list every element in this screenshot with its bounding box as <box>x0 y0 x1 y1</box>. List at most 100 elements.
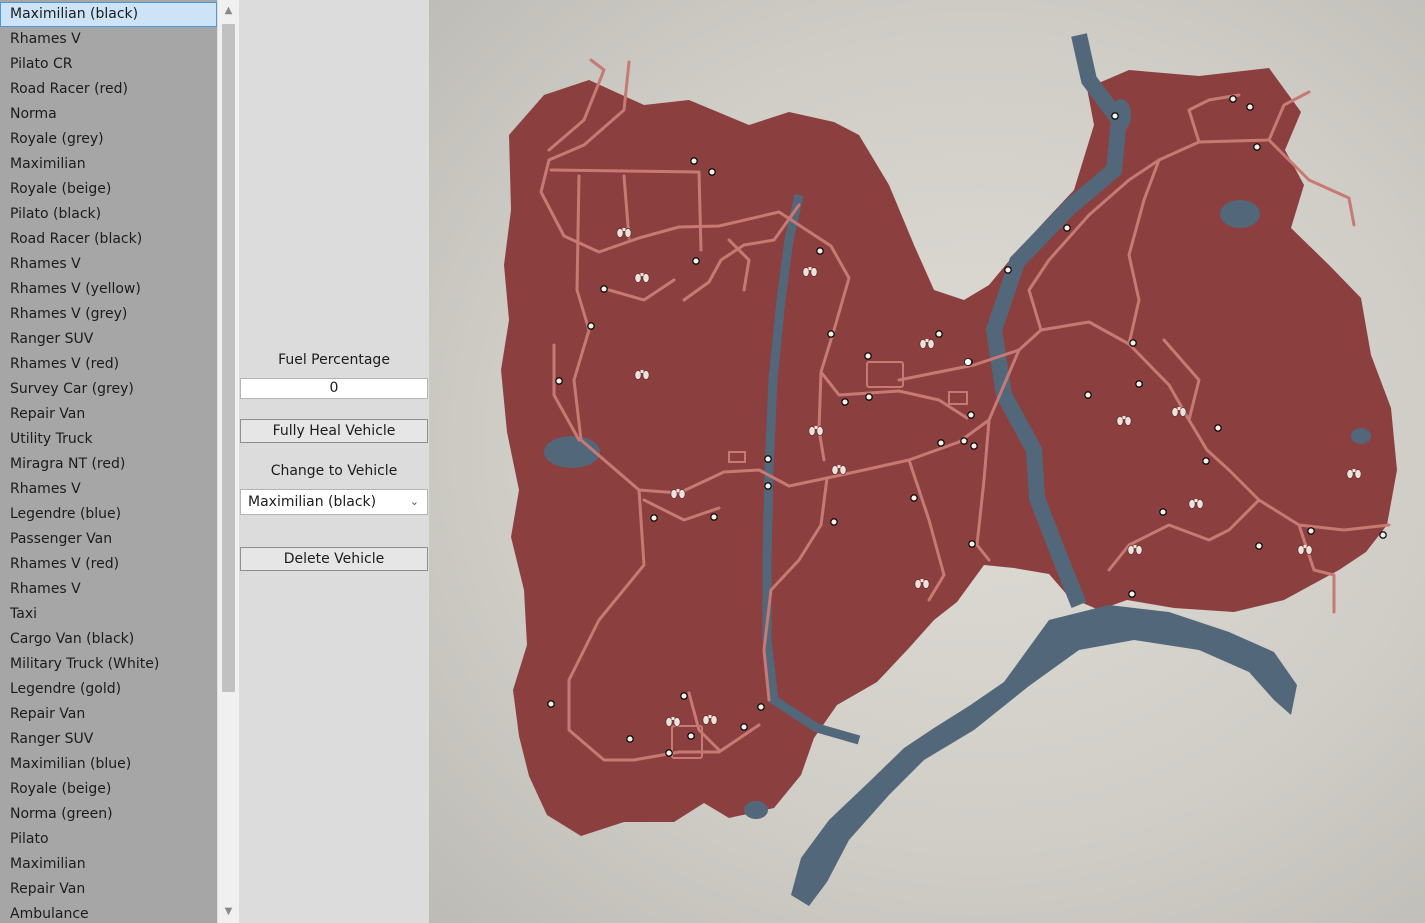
vehicle-marker-icon[interactable] <box>841 398 849 406</box>
vehicle-list-item[interactable]: Royale (beige) <box>0 177 217 202</box>
vehicle-marker-icon[interactable] <box>708 168 716 176</box>
vehicle-marker-icon[interactable] <box>967 411 975 419</box>
vehicle-marker-icon[interactable] <box>764 455 772 463</box>
vehicle-marker-icon[interactable] <box>865 393 873 401</box>
vehicle-marker-icon[interactable] <box>687 732 695 740</box>
vehicle-list-item[interactable]: Rhames V <box>0 477 217 502</box>
vehicle-list-item[interactable]: Pilato <box>0 827 217 852</box>
vehicle-marker-icon[interactable] <box>937 439 945 447</box>
change-vehicle-dropdown[interactable]: Maximilian (black) ⌄ <box>240 489 428 515</box>
vehicle-list-item[interactable]: Rhames V <box>0 577 217 602</box>
vehicle-marker-icon[interactable] <box>1253 143 1261 151</box>
vehicle-marker-icon[interactable] <box>690 157 698 165</box>
vehicle-marker-icon[interactable] <box>1214 424 1222 432</box>
vehicle-list-item[interactable]: Maximilian (black) <box>0 2 217 27</box>
vehicle-list-item[interactable]: Ranger SUV <box>0 327 217 352</box>
vehicle-marker-icon[interactable] <box>1004 266 1012 274</box>
vehicle-marker-icon[interactable] <box>1111 112 1119 120</box>
vehicle-marker-icon[interactable] <box>968 540 976 548</box>
vehicle-list-item[interactable]: Repair Van <box>0 877 217 902</box>
vehicle-list-item[interactable]: Repair Van <box>0 702 217 727</box>
vehicle-marker-icon[interactable] <box>935 330 943 338</box>
vehicle-marker-icon[interactable] <box>910 494 918 502</box>
vehicle-marker-icon[interactable] <box>587 322 595 330</box>
vehicle-list-items[interactable]: Maximilian (black) Rhames V Pilato CR Road … <box>0 0 217 923</box>
vehicle-list-item[interactable]: Norma (green) <box>0 802 217 827</box>
vehicle-list-item[interactable]: Pilato (black) <box>0 202 217 227</box>
vehicle-marker-icon[interactable] <box>816 247 824 255</box>
vehicle-marker-icon[interactable] <box>1202 457 1210 465</box>
vehicle-list-item[interactable]: Taxi <box>0 602 217 627</box>
vehicle-marker-icon[interactable] <box>650 514 658 522</box>
vehicle-marker-icon[interactable] <box>864 352 872 360</box>
vehicle-list-item[interactable]: Rhames V <box>0 27 217 52</box>
vehicle-list-item[interactable]: Cargo Van (black) <box>0 627 217 652</box>
vehicle-marker-icon[interactable] <box>692 257 700 265</box>
vehicle-list-item[interactable]: Royale (grey) <box>0 127 217 152</box>
vehicle-list-item[interactable]: Ranger SUV <box>0 727 217 752</box>
vehicle-list-item[interactable]: Rhames V (red) <box>0 352 217 377</box>
change-to-vehicle-label: Change to Vehicle <box>270 463 398 479</box>
vehicle-marker-icon[interactable] <box>963 357 973 367</box>
vehicle-list-item[interactable]: Rhames V (red) <box>0 552 217 577</box>
vehicle-list-item[interactable]: Legendre (gold) <box>0 677 217 702</box>
vehicle-list-item[interactable]: Utility Truck <box>0 427 217 452</box>
vehicle-list-item[interactable]: Repair Van <box>0 402 217 427</box>
scrollbar-thumb[interactable] <box>222 24 235 692</box>
vehicle-marker-icon[interactable] <box>827 330 835 338</box>
vehicle-list-item[interactable]: Miragra NT (red) <box>0 452 217 477</box>
chevron-down-icon: ⌄ <box>409 495 419 508</box>
vehicle-list-item[interactable]: Rhames V (yellow) <box>0 277 217 302</box>
vehicle-marker-icon[interactable] <box>1063 224 1071 232</box>
vehicle-list-item[interactable]: Military Truck (White) <box>0 652 217 677</box>
vehicle-list-item[interactable]: Legendre (blue) <box>0 502 217 527</box>
vehicle-list-item[interactable]: Rhames V <box>0 252 217 277</box>
vehicle-marker-icon[interactable] <box>626 735 634 743</box>
vehicle-marker-icon[interactable] <box>1135 380 1143 388</box>
vehicle-list-item[interactable]: Road Racer (red) <box>0 77 217 102</box>
lake <box>544 436 600 468</box>
map-view[interactable] <box>429 0 1425 923</box>
vehicle-marker-icon[interactable] <box>680 692 688 700</box>
vehicle-list-item[interactable]: Maximilian <box>0 152 217 177</box>
vehicle-list-item[interactable]: Ambulance <box>0 902 217 923</box>
vehicle-marker-icon[interactable] <box>830 518 838 526</box>
vehicle-marker-icon[interactable] <box>960 437 968 445</box>
delete-vehicle-button[interactable]: Delete Vehicle <box>240 547 428 571</box>
fuel-percentage-input[interactable]: 0 <box>240 378 428 399</box>
vehicle-list[interactable]: Maximilian (black) Rhames V Pilato CR Road … <box>0 0 239 923</box>
vehicle-marker-icon[interactable] <box>757 703 765 711</box>
vehicle-marker-icon[interactable] <box>1159 508 1167 516</box>
vehicle-marker-icon[interactable] <box>1379 531 1387 539</box>
vehicle-marker-icon[interactable] <box>764 482 772 490</box>
vehicle-list-item[interactable]: Road Racer (black) <box>0 227 217 252</box>
vehicle-marker-icon[interactable] <box>1255 542 1263 550</box>
vehicle-marker-icon[interactable] <box>1129 339 1137 347</box>
vehicle-list-scrollbar[interactable]: ▲ ▼ <box>217 0 239 923</box>
vehicle-marker-icon[interactable] <box>547 700 555 708</box>
map-canvas[interactable] <box>429 0 1425 923</box>
vehicle-list-item[interactable]: Rhames V (grey) <box>0 302 217 327</box>
vehicle-list-item[interactable]: Pilato CR <box>0 52 217 77</box>
vehicle-list-item[interactable]: Passenger Van <box>0 527 217 552</box>
vehicle-marker-icon[interactable] <box>1246 103 1254 111</box>
lake <box>1220 200 1260 228</box>
vehicle-marker-icon[interactable] <box>1307 527 1315 535</box>
vehicle-marker-icon[interactable] <box>970 442 978 450</box>
vehicle-list-item[interactable]: Maximilian <box>0 852 217 877</box>
vehicle-marker-icon[interactable] <box>740 723 748 731</box>
chevron-up-icon[interactable]: ▲ <box>218 0 239 22</box>
vehicle-marker-icon[interactable] <box>1229 95 1237 103</box>
fully-heal-vehicle-button[interactable]: Fully Heal Vehicle <box>240 419 428 443</box>
vehicle-list-item[interactable]: Survey Car (grey) <box>0 377 217 402</box>
vehicle-list-item[interactable]: Norma <box>0 102 217 127</box>
vehicle-marker-icon[interactable] <box>1128 590 1136 598</box>
vehicle-list-item[interactable]: Royale (beige) <box>0 777 217 802</box>
vehicle-list-item[interactable]: Maximilian (blue) <box>0 752 217 777</box>
vehicle-marker-icon[interactable] <box>710 513 718 521</box>
vehicle-marker-icon[interactable] <box>600 285 608 293</box>
vehicle-marker-icon[interactable] <box>1084 391 1092 399</box>
chevron-down-icon[interactable]: ▼ <box>218 901 239 923</box>
vehicle-marker-icon[interactable] <box>555 377 563 385</box>
vehicle-marker-icon[interactable] <box>665 749 673 757</box>
